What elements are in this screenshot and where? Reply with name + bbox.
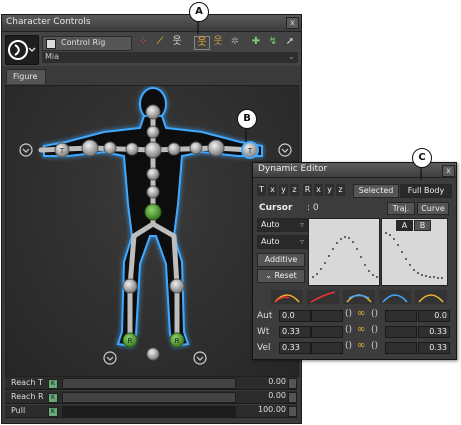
callout-b: B bbox=[237, 109, 257, 129]
callout-a: A bbox=[189, 2, 209, 22]
callout-c: C bbox=[412, 148, 432, 168]
callout-leaders bbox=[197, 22, 422, 180]
